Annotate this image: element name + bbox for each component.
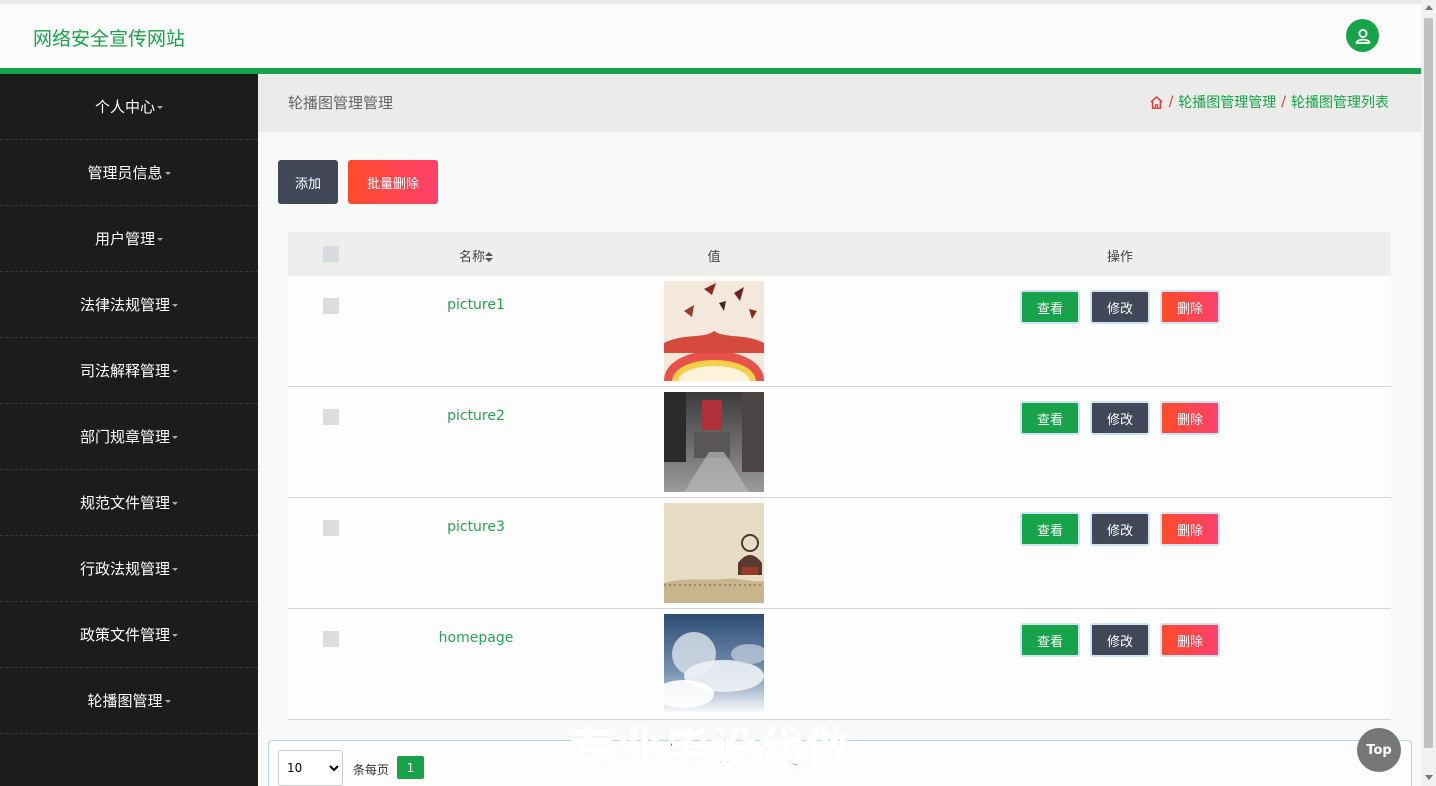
table-row: picture3 查看 修改 删除 <box>288 498 1391 609</box>
header: 网络安全宣传网站 <box>0 4 1421 68</box>
row-actions: 查看 修改 删除 <box>1020 623 1220 657</box>
delete-button[interactable]: 删除 <box>1160 512 1220 546</box>
delete-button[interactable]: 删除 <box>1160 623 1220 657</box>
watermark-text: 专业毕设代做 <box>569 722 852 775</box>
row-image <box>664 392 764 492</box>
sidebar-item-judicial-interpretation[interactable]: 司法解释管理 <box>0 338 258 404</box>
page-number-button[interactable]: 1 <box>397 756 424 779</box>
sidebar-item-label: 部门规章管理 <box>79 428 170 446</box>
scrollbar-thumb[interactable] <box>1424 18 1433 748</box>
site-title: 网络安全宣传网站 <box>33 28 186 50</box>
view-button[interactable]: 查看 <box>1020 401 1080 435</box>
row-name: picture3 <box>447 519 505 535</box>
breadcrumb-level2[interactable]: 轮播图管理列表 <box>1291 92 1389 112</box>
user-icon <box>1355 28 1370 44</box>
scroll-up-icon[interactable] <box>1425 5 1433 10</box>
sidebar-item-laws-regulations[interactable]: 法律法规管理 <box>0 272 258 338</box>
chevron-down-icon <box>157 106 163 109</box>
chevron-down-icon <box>172 304 178 307</box>
back-to-top-button[interactable]: Top <box>1357 728 1401 772</box>
column-header-name-label: 名称 <box>458 250 485 265</box>
scrollbar[interactable] <box>1421 0 1436 786</box>
page-title: 轮播图管理管理 <box>288 94 394 112</box>
sidebar-item-admin-info[interactable]: 管理员信息 <box>0 140 258 206</box>
sidebar-item-label: 规范文件管理 <box>79 494 170 512</box>
table-row: homepage 查看 修改 删除 <box>288 609 1391 720</box>
sidebar-item-normative-documents[interactable]: 规范文件管理 <box>0 470 258 536</box>
user-avatar[interactable] <box>1346 19 1379 52</box>
chevron-down-icon <box>164 172 171 175</box>
sidebar: 个人中心 管理员信息 用户管理 法律法规管理 司法解释管理 部门规章管理 规范文… <box>0 74 258 786</box>
chevron-down-icon <box>172 370 178 373</box>
row-actions: 查看 修改 删除 <box>1020 290 1220 324</box>
scroll-down-icon[interactable] <box>1425 775 1433 780</box>
view-button[interactable]: 查看 <box>1020 290 1080 324</box>
carousel-table: 名称 值 操作 picture1 查看 修改 删除 picture2 查看 修改… <box>288 232 1391 720</box>
column-header-name[interactable]: 名称 <box>376 246 576 265</box>
sidebar-item-department-rules[interactable]: 部门规章管理 <box>0 404 258 470</box>
chevron-down-icon <box>164 700 171 703</box>
row-checkbox[interactable] <box>323 520 339 536</box>
row-actions: 查看 修改 删除 <box>1020 401 1220 435</box>
breadcrumb: / 轮播图管理管理 / 轮播图管理列表 <box>1149 92 1389 112</box>
row-checkbox[interactable] <box>323 631 339 647</box>
column-header-value: 值 <box>707 250 721 265</box>
sidebar-item-label: 轮播图管理 <box>87 692 163 710</box>
sidebar-item-user-management[interactable]: 用户管理 <box>0 206 258 272</box>
per-page-label: 条每页 <box>353 763 390 777</box>
column-header-actions: 操作 <box>1106 250 1133 265</box>
row-image <box>664 503 764 603</box>
row-name: homepage <box>438 630 514 646</box>
row-image <box>664 614 764 714</box>
sidebar-item-label: 政策文件管理 <box>79 626 170 644</box>
breadcrumb-level1[interactable]: 轮播图管理管理 <box>1178 92 1276 112</box>
sidebar-item-label: 行政法规管理 <box>79 560 170 578</box>
table-header: 名称 值 操作 <box>288 232 1391 276</box>
delete-button[interactable]: 删除 <box>1160 290 1220 324</box>
breadcrumb-separator: / <box>1281 94 1286 110</box>
chevron-down-icon <box>172 568 178 571</box>
table-row: picture2 查看 修改 删除 <box>288 387 1391 498</box>
chevron-down-icon <box>157 238 163 241</box>
row-name: picture1 <box>447 297 505 313</box>
select-all-checkbox[interactable] <box>323 246 339 262</box>
delete-button[interactable]: 删除 <box>1160 401 1220 435</box>
row-image <box>664 281 764 381</box>
sidebar-item-label: 法律法规管理 <box>79 296 170 314</box>
home-icon[interactable] <box>1149 95 1164 110</box>
row-checkbox[interactable] <box>323 298 339 314</box>
row-name: picture2 <box>447 408 505 424</box>
sort-icon[interactable] <box>485 252 493 262</box>
chevron-down-icon <box>172 436 178 439</box>
page-size-select[interactable]: 10 <box>278 750 343 786</box>
batch-delete-button[interactable]: 批量删除 <box>348 160 438 204</box>
row-actions: 查看 修改 删除 <box>1020 512 1220 546</box>
chevron-down-icon <box>172 634 178 637</box>
edit-button[interactable]: 修改 <box>1090 512 1150 546</box>
chevron-down-icon <box>172 502 178 505</box>
add-button[interactable]: 添加 <box>278 160 338 204</box>
edit-button[interactable]: 修改 <box>1090 401 1150 435</box>
sidebar-item-personal-center[interactable]: 个人中心 <box>0 74 258 140</box>
view-button[interactable]: 查看 <box>1020 512 1080 546</box>
sidebar-item-carousel-management[interactable]: 轮播图管理 <box>0 668 258 734</box>
edit-button[interactable]: 修改 <box>1090 623 1150 657</box>
sidebar-item-label: 个人中心 <box>94 98 155 116</box>
breadcrumb-bar: 轮播图管理管理 / 轮播图管理管理 / 轮播图管理列表 <box>258 74 1421 132</box>
sidebar-item-label: 管理员信息 <box>87 164 163 182</box>
edit-button[interactable]: 修改 <box>1090 290 1150 324</box>
breadcrumb-separator: / <box>1168 94 1174 110</box>
sidebar-item-label: 用户管理 <box>94 230 155 248</box>
sidebar-item-label: 司法解释管理 <box>79 362 170 380</box>
view-button[interactable]: 查看 <box>1020 623 1080 657</box>
table-row: picture1 查看 修改 删除 <box>288 276 1391 387</box>
sidebar-item-administrative-regulations[interactable]: 行政法规管理 <box>0 536 258 602</box>
row-checkbox[interactable] <box>323 409 339 425</box>
sidebar-item-policy-documents[interactable]: 政策文件管理 <box>0 602 258 668</box>
